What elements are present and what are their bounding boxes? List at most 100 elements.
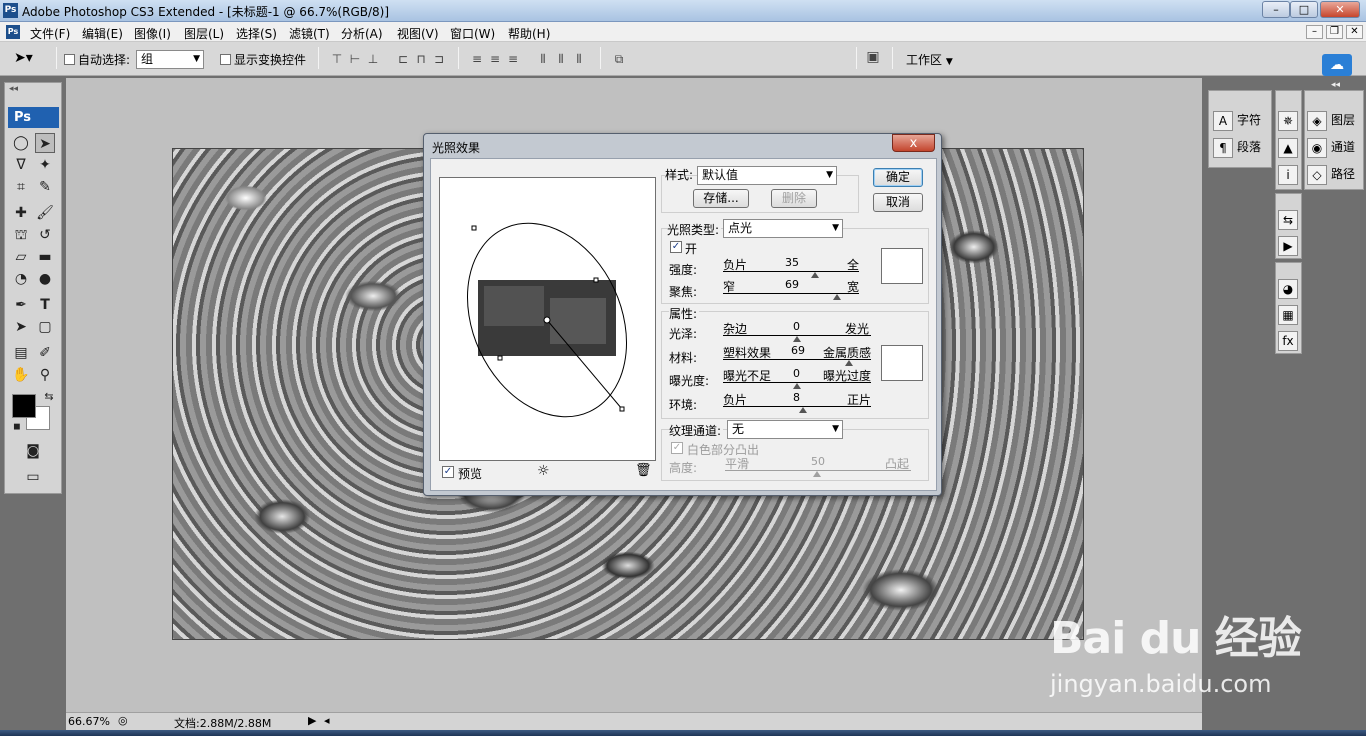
light-handle[interactable] bbox=[619, 406, 625, 412]
doc-close-button[interactable]: ✕ bbox=[1346, 25, 1363, 39]
cloud-icon[interactable]: ☁ bbox=[1322, 54, 1352, 76]
doc-restore-button[interactable]: ❐ bbox=[1326, 25, 1343, 39]
paragraph-panel-button[interactable]: ¶ 段落 bbox=[1213, 136, 1261, 158]
trash-icon[interactable]: 🗑 bbox=[635, 463, 652, 478]
navigator-panel-button[interactable]: ✵ bbox=[1278, 109, 1302, 131]
brush-tool-icon[interactable]: 🖌 bbox=[35, 203, 55, 223]
style-dropdown[interactable]: 默认值 ▼ bbox=[697, 166, 837, 185]
fx-panel-button[interactable]: fx bbox=[1278, 329, 1302, 351]
move-tool-preset-icon[interactable]: ➤▾ bbox=[14, 50, 33, 66]
cancel-button[interactable]: 取消 bbox=[873, 193, 923, 212]
height-slider-thumb[interactable] bbox=[813, 471, 821, 477]
light-center-handle[interactable] bbox=[543, 316, 551, 324]
type-tool-icon[interactable]: T bbox=[35, 295, 55, 315]
auto-select-dropdown[interactable]: 组 ▼ bbox=[136, 50, 204, 69]
save-button[interactable]: 存储... bbox=[693, 189, 749, 208]
move-tool-icon[interactable]: ➤ bbox=[35, 133, 55, 153]
workspace-button[interactable]: 工作区 ▼ bbox=[906, 51, 953, 68]
ok-button[interactable]: 确定 bbox=[873, 168, 923, 187]
pen-tool-icon[interactable]: ✒ bbox=[11, 295, 31, 315]
material-slider-thumb[interactable] bbox=[845, 360, 853, 366]
ps-menu-icon[interactable]: Ps bbox=[6, 25, 20, 39]
distribute-right-icon[interactable]: ⫴ bbox=[572, 52, 586, 66]
eyedropper-tool-icon[interactable]: ✐ bbox=[35, 343, 55, 363]
preview-checkbox[interactable]: ✓ bbox=[442, 466, 454, 478]
delete-button[interactable]: 删除 bbox=[771, 189, 817, 208]
intensity-slider-thumb[interactable] bbox=[811, 272, 819, 278]
material-color-swatch[interactable] bbox=[881, 345, 923, 381]
menu-file[interactable]: 文件(F) bbox=[30, 25, 70, 42]
menu-analysis[interactable]: 分析(A) bbox=[341, 25, 383, 42]
status-menu-arrow-icon[interactable]: ▶ bbox=[308, 714, 316, 727]
magic-wand-tool-icon[interactable]: ✦ bbox=[35, 155, 55, 175]
menu-layer[interactable]: 图层(L) bbox=[184, 25, 224, 42]
menu-view[interactable]: 视图(V) bbox=[397, 25, 439, 42]
zoom-level[interactable]: 66.67% bbox=[68, 715, 110, 728]
light-handle[interactable] bbox=[497, 355, 503, 361]
ambience-slider-thumb[interactable] bbox=[799, 407, 807, 413]
menu-select[interactable]: 选择(S) bbox=[236, 25, 277, 42]
menu-edit[interactable]: 编辑(E) bbox=[82, 25, 123, 42]
actions-panel-button[interactable]: ▶ bbox=[1278, 234, 1302, 256]
styles-panel-button[interactable]: ▦ bbox=[1278, 303, 1302, 325]
gloss-slider-thumb[interactable] bbox=[793, 336, 801, 342]
light-handle[interactable] bbox=[593, 277, 599, 283]
shape-tool-icon[interactable]: ▢ bbox=[35, 317, 55, 337]
align-bottom-icon[interactable]: ⊥ bbox=[366, 52, 380, 66]
eraser-tool-icon[interactable]: ▱ bbox=[11, 247, 31, 267]
toolbox-collapse-icon[interactable]: ◂◂ bbox=[9, 84, 18, 94]
screen-mode-icon[interactable]: ▭ bbox=[15, 467, 51, 487]
layers-panel-button[interactable]: ◈ 图层 bbox=[1307, 109, 1355, 131]
align-vcenter-icon[interactable]: ⊢ bbox=[348, 52, 362, 66]
dialog-close-button[interactable]: x bbox=[892, 134, 935, 152]
swatches-panel-button[interactable]: ◕ bbox=[1278, 277, 1302, 299]
align-hcenter-icon[interactable]: ⊓ bbox=[414, 52, 428, 66]
hand-tool-icon[interactable]: ✋ bbox=[11, 365, 31, 385]
crop-tool-icon[interactable]: ⌗ bbox=[11, 177, 31, 197]
swap-colors-icon[interactable]: ⇆ bbox=[39, 387, 59, 407]
align-top-icon[interactable]: ⊤ bbox=[330, 52, 344, 66]
quick-mask-icon[interactable]: ◙ bbox=[23, 441, 43, 461]
light-bulb-icon[interactable]: ☼ bbox=[537, 463, 550, 479]
default-colors-icon[interactable]: ◼ bbox=[7, 417, 27, 437]
light-type-dropdown[interactable]: 点光 ▼ bbox=[723, 219, 843, 238]
info-panel-button[interactable]: i bbox=[1278, 163, 1302, 185]
maximize-button[interactable]: □ bbox=[1290, 1, 1318, 18]
stamp-tool-icon[interactable]: ⛫ bbox=[11, 225, 31, 245]
bridge-icon[interactable]: ▣ bbox=[866, 50, 880, 64]
light-handle[interactable] bbox=[471, 225, 477, 231]
distribute-vcenter-icon[interactable]: ≡ bbox=[488, 52, 502, 66]
distribute-bottom-icon[interactable]: ≡ bbox=[506, 52, 520, 66]
dock-collapse-icon[interactable]: ◂◂ bbox=[1331, 80, 1340, 90]
doc-minimize-button[interactable]: – bbox=[1306, 25, 1323, 39]
path-selection-tool-icon[interactable]: ➤ bbox=[11, 317, 31, 337]
focus-slider-thumb[interactable] bbox=[833, 294, 841, 300]
slice-tool-icon[interactable]: ✎ bbox=[35, 177, 55, 197]
dodge-tool-icon[interactable]: ● bbox=[35, 269, 55, 289]
light-color-swatch[interactable] bbox=[881, 248, 923, 284]
light-preview[interactable] bbox=[439, 177, 656, 461]
histogram-panel-button[interactable]: ▲ bbox=[1278, 136, 1302, 158]
distribute-left-icon[interactable]: ⫴ bbox=[536, 52, 550, 66]
align-right-icon[interactable]: ⊐ bbox=[432, 52, 446, 66]
notes-tool-icon[interactable]: ▤ bbox=[11, 343, 31, 363]
menu-image[interactable]: 图像(I) bbox=[134, 25, 171, 42]
blur-tool-icon[interactable]: ◔ bbox=[11, 269, 31, 289]
foreground-color-swatch[interactable] bbox=[12, 394, 36, 418]
auto-select-checkbox[interactable] bbox=[64, 54, 75, 65]
channels-panel-button[interactable]: ◉ 通道 bbox=[1307, 136, 1355, 158]
distribute-hcenter-icon[interactable]: ⫴ bbox=[554, 52, 568, 66]
align-left-icon[interactable]: ⊏ bbox=[396, 52, 410, 66]
menu-help[interactable]: 帮助(H) bbox=[508, 25, 550, 42]
paths-panel-button[interactable]: ◇ 路径 bbox=[1307, 163, 1355, 185]
character-panel-button[interactable]: A 字符 bbox=[1213, 109, 1261, 131]
healing-tool-icon[interactable]: ✚ bbox=[11, 203, 31, 223]
marquee-tool-icon[interactable]: ◯ bbox=[11, 133, 31, 153]
ambience-slider[interactable] bbox=[723, 406, 871, 407]
zoom-tool-icon[interactable]: ⚲ bbox=[35, 365, 55, 385]
white-high-checkbox[interactable]: ✓ bbox=[671, 442, 683, 454]
history-panel-button[interactable]: ⇆ bbox=[1278, 208, 1302, 230]
menu-filter[interactable]: 滤镜(T) bbox=[289, 25, 330, 42]
close-window-button[interactable]: ✕ bbox=[1320, 1, 1360, 18]
lasso-tool-icon[interactable]: ᐁ bbox=[11, 155, 31, 175]
